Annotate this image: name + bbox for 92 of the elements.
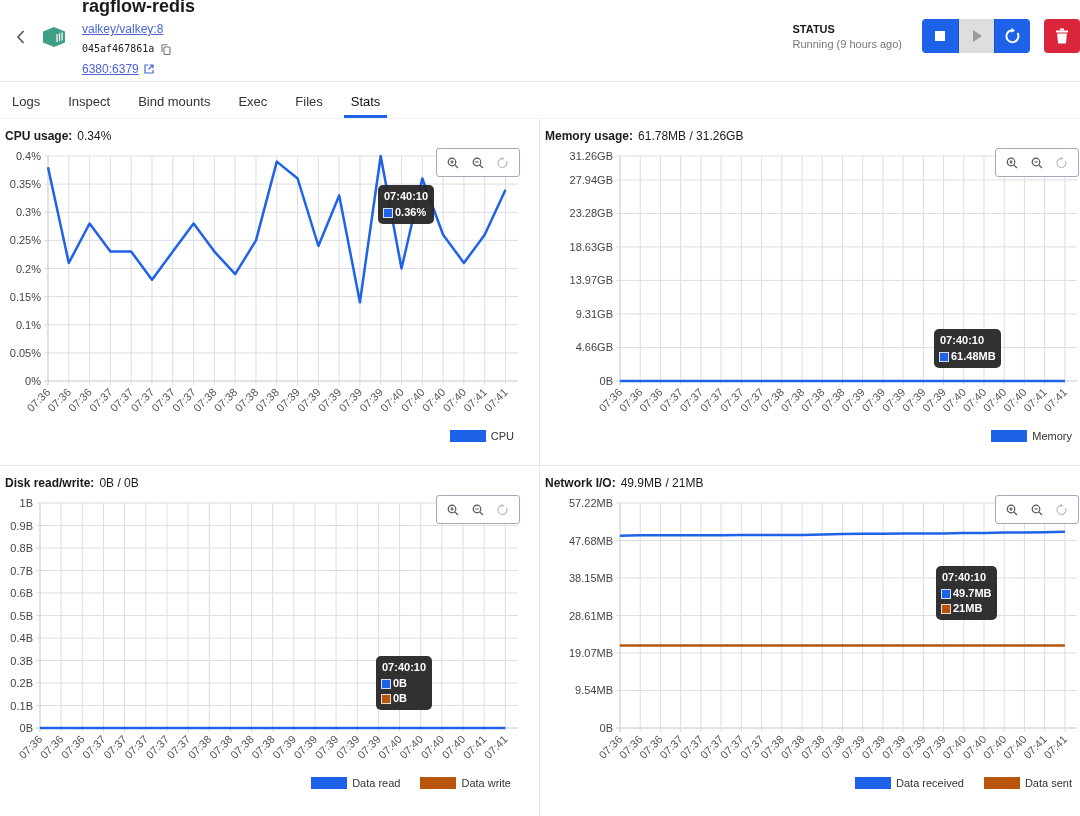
trash-icon xyxy=(1054,28,1070,44)
delete-button[interactable] xyxy=(1044,19,1080,53)
axis-tick-label: 0.05% xyxy=(9,346,41,359)
axis-tick-label: 0.9B xyxy=(10,519,33,532)
zoom-out-icon xyxy=(1031,156,1043,169)
axis-tick-label: 13.97GB xyxy=(569,274,613,287)
axis-tick-label: 0.25% xyxy=(9,234,41,247)
axis-tick-label: 0.3% xyxy=(15,206,41,219)
zoom-in-icon xyxy=(1005,503,1018,516)
tooltip-value: 61.48MB xyxy=(951,349,996,364)
axis-tick-label: 0B xyxy=(599,375,613,387)
tooltip-value: 0B xyxy=(393,676,408,691)
external-link-icon[interactable] xyxy=(143,64,154,74)
axis-tick-label: 0% xyxy=(25,375,41,387)
axis-tick-label: 1B xyxy=(19,497,33,509)
axis-tick-label: 0.7B xyxy=(10,564,33,577)
legend-label: Data write xyxy=(461,775,511,791)
zoom-out-icon xyxy=(472,156,484,169)
tooltip-value: 21MB xyxy=(953,601,983,616)
axis-tick-label: 0.35% xyxy=(9,178,41,191)
stop-icon xyxy=(932,28,948,44)
reset-icon xyxy=(1056,503,1069,516)
zoom-in-icon xyxy=(446,156,459,169)
legend-label: Data read xyxy=(352,775,401,791)
axis-tick-label: 9.31GB xyxy=(575,308,613,320)
chart-title: Network I/O: xyxy=(545,476,616,490)
axis-tick-label: 23.28GB xyxy=(569,207,613,220)
chart-value: 49.9MB / 21MB xyxy=(620,476,704,490)
axis-tick-label: 0.4% xyxy=(15,150,41,162)
back-icon xyxy=(15,30,25,44)
axis-tick-label: 0.15% xyxy=(9,290,41,303)
axis-tick-label: 0.2% xyxy=(15,262,41,275)
chart-value: 0B / 0B xyxy=(99,476,139,490)
tab[interactable]: Inspect xyxy=(61,94,118,118)
chart-value: 61.78MB / 31.26GB xyxy=(638,129,744,143)
tooltip-title: 07:40:10 xyxy=(383,189,430,204)
image-link[interactable]: valkey/valkey:8 xyxy=(82,21,196,37)
zoom-in-icon xyxy=(446,503,459,516)
tab[interactable]: Files xyxy=(288,94,330,118)
stop-button[interactable] xyxy=(922,19,958,53)
container-icon xyxy=(42,26,66,48)
axis-tick-label: 31.26GB xyxy=(569,150,613,162)
axis-tick-label: 9.54MB xyxy=(575,684,613,697)
axis-tick-label: 0B xyxy=(19,722,33,734)
tab[interactable]: Stats xyxy=(343,94,388,118)
tab[interactable]: Exec xyxy=(231,94,275,118)
chart-value: 0.34% xyxy=(77,129,112,143)
tooltip-title: 07:40:10 xyxy=(941,570,988,585)
axis-tick-label: 38.15MB xyxy=(568,572,613,584)
copy-icon[interactable] xyxy=(161,43,172,55)
axis-tick-label: 0.8B xyxy=(10,542,33,554)
axis-tick-label: 0.2B xyxy=(10,677,33,689)
axis-tick-label: 27.94GB xyxy=(569,173,613,186)
legend-label: Data sent xyxy=(1024,775,1072,791)
chart-title: CPU usage: xyxy=(5,129,73,143)
axis-tick-label: 0.4B xyxy=(10,632,33,644)
axis-tick-label: 0.6B xyxy=(10,587,33,599)
axis-tick-label: 0.5B xyxy=(10,609,33,622)
reset-icon xyxy=(497,503,510,516)
chart-title: Memory usage: xyxy=(545,129,634,143)
legend-label: CPU xyxy=(490,428,514,444)
status-label: STATUS xyxy=(792,22,836,36)
axis-tick-label: 4.66GB xyxy=(575,341,613,354)
axis-tick-label: 28.61MB xyxy=(568,609,613,622)
zoom-in-icon xyxy=(1005,156,1018,169)
container-id: 045af467861a xyxy=(82,42,155,56)
axis-tick-label: 19.07MB xyxy=(568,647,613,659)
reset-icon xyxy=(497,156,510,169)
axis-tick-label: 18.63GB xyxy=(569,240,613,253)
axis-tick-label: 57.22MB xyxy=(568,497,613,509)
tooltip-value: 49.7MB xyxy=(953,586,992,601)
restart-button[interactable] xyxy=(994,19,1030,53)
restart-icon xyxy=(1004,28,1021,44)
tooltip-value: 0B xyxy=(393,691,408,706)
port-link[interactable]: 6380:6379 xyxy=(82,61,139,77)
zoom-out-icon xyxy=(1031,503,1043,516)
legend-label: Data received xyxy=(896,775,964,791)
reset-icon xyxy=(1056,156,1069,169)
tooltip-value: 0.36% xyxy=(395,205,427,220)
zoom-out-icon xyxy=(472,503,484,516)
axis-tick-label: 0.3B xyxy=(10,654,33,667)
tooltip-title: 07:40:10 xyxy=(381,660,428,675)
legend-label: Memory xyxy=(1032,428,1072,444)
status-text: Running (9 hours ago) xyxy=(792,37,902,51)
axis-tick-label: 0.1% xyxy=(15,318,41,331)
chart-title: Disk read/write: xyxy=(5,476,95,490)
axis-tick-label: 47.68MB xyxy=(568,534,613,547)
tab[interactable]: Logs xyxy=(5,94,48,118)
axis-tick-label: 0.1B xyxy=(10,699,33,712)
axis-tick-label: 0B xyxy=(599,722,613,734)
tab[interactable]: Bind mounts xyxy=(131,94,218,118)
tooltip-title: 07:40:10 xyxy=(939,333,986,348)
